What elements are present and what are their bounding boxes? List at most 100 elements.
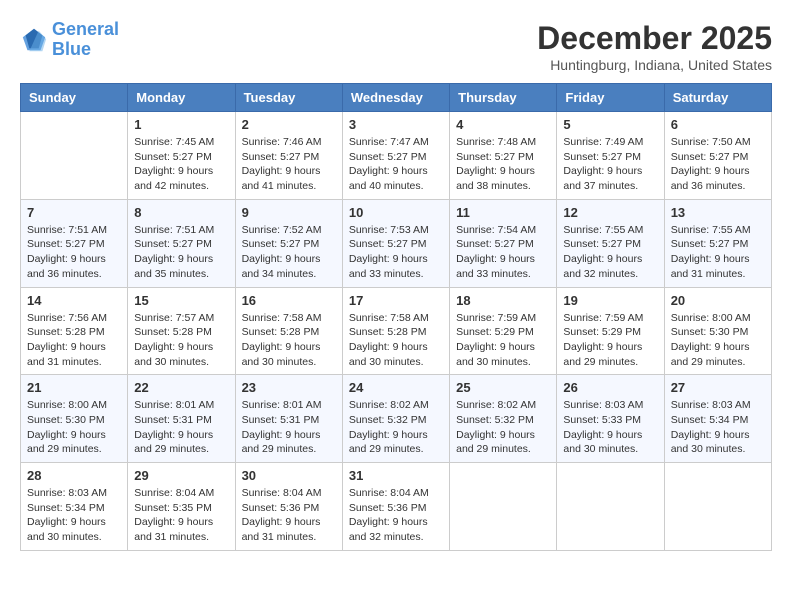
day-number: 22 [134,380,228,395]
day-number: 31 [349,468,443,483]
calendar-cell [21,112,128,200]
day-number: 18 [456,293,550,308]
day-info: Sunrise: 8:04 AMSunset: 5:36 PMDaylight:… [349,486,443,545]
calendar-header-saturday: Saturday [664,84,771,112]
day-info: Sunrise: 8:03 AMSunset: 5:33 PMDaylight:… [563,398,657,457]
calendar-cell: 7Sunrise: 7:51 AMSunset: 5:27 PMDaylight… [21,199,128,287]
day-number: 6 [671,117,765,132]
day-number: 27 [671,380,765,395]
day-info: Sunrise: 8:04 AMSunset: 5:35 PMDaylight:… [134,486,228,545]
day-number: 19 [563,293,657,308]
calendar-cell: 6 Sunrise: 7:50 AMSunset: 5:27 PMDaylight… [664,112,771,200]
day-info: Sunrise: 8:03 AMSunset: 5:34 PMDaylight:… [671,398,765,457]
calendar-header-monday: Monday [128,84,235,112]
calendar-cell: 13 Sunrise: 7:55 AMSunset: 5:27 PMDayligh… [664,199,771,287]
day-number: 28 [27,468,121,483]
day-info: Sunrise: 7:50 AMSunset: 5:27 PMDaylight:… [671,135,765,194]
day-number: 23 [242,380,336,395]
logo: General Blue [20,20,119,60]
calendar-cell: 20Sunrise: 8:00 AMSunset: 5:30 PMDayligh… [664,287,771,375]
location: Huntingburg, Indiana, United States [537,57,772,73]
calendar-cell: 3Sunrise: 7:47 AMSunset: 5:27 PMDaylight… [342,112,449,200]
calendar-cell [664,463,771,551]
day-info: Sunrise: 7:58 AMSunset: 5:28 PMDaylight:… [242,311,336,370]
day-info: Sunrise: 7:59 AMSunset: 5:29 PMDaylight:… [563,311,657,370]
calendar-cell: 26 Sunrise: 8:03 AMSunset: 5:33 PMDayligh… [557,375,664,463]
calendar-cell: 29 Sunrise: 8:04 AMSunset: 5:35 PMDayligh… [128,463,235,551]
calendar-cell [450,463,557,551]
calendar-cell: 18 Sunrise: 7:59 AMSunset: 5:29 PMDayligh… [450,287,557,375]
day-info: Sunrise: 7:46 AMSunset: 5:27 PMDaylight:… [242,135,336,194]
day-info: Sunrise: 8:01 AMSunset: 5:31 PMDaylight:… [242,398,336,457]
day-info: Sunrise: 8:03 AMSunset: 5:34 PMDaylight:… [27,486,121,545]
calendar-week-3: 21 Sunrise: 8:00 AMSunset: 5:30 PMDayligh… [21,375,772,463]
calendar-cell: 30Sunrise: 8:04 AMSunset: 5:36 PMDayligh… [235,463,342,551]
day-info: Sunrise: 7:59 AMSunset: 5:29 PMDaylight:… [456,311,550,370]
day-number: 12 [563,205,657,220]
calendar-cell: 4 Sunrise: 7:48 AMSunset: 5:27 PMDaylight… [450,112,557,200]
day-number: 13 [671,205,765,220]
day-number: 9 [242,205,336,220]
calendar-cell: 31 Sunrise: 8:04 AMSunset: 5:36 PMDayligh… [342,463,449,551]
day-info: Sunrise: 8:00 AMSunset: 5:30 PMDaylight:… [671,311,765,370]
calendar-week-4: 28 Sunrise: 8:03 AMSunset: 5:34 PMDayligh… [21,463,772,551]
day-number: 11 [456,205,550,220]
day-info: Sunrise: 7:58 AMSunset: 5:28 PMDaylight:… [349,311,443,370]
calendar-week-0: 1 Sunrise: 7:45 AMSunset: 5:27 PMDaylight… [21,112,772,200]
day-number: 17 [349,293,443,308]
logo-icon [20,26,48,54]
day-number: 21 [27,380,121,395]
day-info: Sunrise: 7:45 AMSunset: 5:27 PMDaylight:… [134,135,228,194]
calendar-header-sunday: Sunday [21,84,128,112]
day-info: Sunrise: 7:57 AMSunset: 5:28 PMDaylight:… [134,311,228,370]
day-info: Sunrise: 8:02 AMSunset: 5:32 PMDaylight:… [456,398,550,457]
day-info: Sunrise: 7:51 AMSunset: 5:27 PMDaylight:… [27,223,121,282]
calendar-cell: 16Sunrise: 7:58 AMSunset: 5:28 PMDayligh… [235,287,342,375]
page-container: General Blue December 2025 Huntingburg, … [0,0,792,561]
calendar-cell: 17 Sunrise: 7:58 AMSunset: 5:28 PMDayligh… [342,287,449,375]
calendar-cell: 8 Sunrise: 7:51 AMSunset: 5:27 PMDaylight… [128,199,235,287]
day-info: Sunrise: 7:52 AMSunset: 5:27 PMDaylight:… [242,223,336,282]
day-info: Sunrise: 7:53 AMSunset: 5:27 PMDaylight:… [349,223,443,282]
calendar-cell: 9 Sunrise: 7:52 AMSunset: 5:27 PMDaylight… [235,199,342,287]
month-title: December 2025 [537,20,772,57]
day-number: 26 [563,380,657,395]
day-info: Sunrise: 8:00 AMSunset: 5:30 PMDaylight:… [27,398,121,457]
day-number: 25 [456,380,550,395]
day-number: 30 [242,468,336,483]
day-info: Sunrise: 8:01 AMSunset: 5:31 PMDaylight:… [134,398,228,457]
day-info: Sunrise: 7:48 AMSunset: 5:27 PMDaylight:… [456,135,550,194]
day-info: Sunrise: 7:55 AMSunset: 5:27 PMDaylight:… [671,223,765,282]
calendar-cell: 27 Sunrise: 8:03 AMSunset: 5:34 PMDayligh… [664,375,771,463]
calendar-table: SundayMondayTuesdayWednesdayThursdayFrid… [20,83,772,551]
day-number: 5 [563,117,657,132]
calendar-header-row: SundayMondayTuesdayWednesdayThursdayFrid… [21,84,772,112]
logo-text: General Blue [52,20,119,60]
calendar-header-tuesday: Tuesday [235,84,342,112]
calendar-cell: 25 Sunrise: 8:02 AMSunset: 5:32 PMDayligh… [450,375,557,463]
calendar-cell: 19 Sunrise: 7:59 AMSunset: 5:29 PMDayligh… [557,287,664,375]
day-number: 24 [349,380,443,395]
title-section: December 2025 Huntingburg, Indiana, Unit… [537,20,772,73]
calendar-cell: 28 Sunrise: 8:03 AMSunset: 5:34 PMDayligh… [21,463,128,551]
day-info: Sunrise: 7:51 AMSunset: 5:27 PMDaylight:… [134,223,228,282]
day-number: 2 [242,117,336,132]
day-number: 8 [134,205,228,220]
day-number: 29 [134,468,228,483]
header: General Blue December 2025 Huntingburg, … [20,20,772,73]
calendar-cell: 24Sunrise: 8:02 AMSunset: 5:32 PMDayligh… [342,375,449,463]
calendar-cell: 22 Sunrise: 8:01 AMSunset: 5:31 PMDayligh… [128,375,235,463]
calendar-header-thursday: Thursday [450,84,557,112]
calendar-cell: 1 Sunrise: 7:45 AMSunset: 5:27 PMDaylight… [128,112,235,200]
day-number: 1 [134,117,228,132]
day-number: 10 [349,205,443,220]
calendar-cell: 12 Sunrise: 7:55 AMSunset: 5:27 PMDayligh… [557,199,664,287]
calendar-cell: 15Sunrise: 7:57 AMSunset: 5:28 PMDayligh… [128,287,235,375]
calendar-header-friday: Friday [557,84,664,112]
calendar-cell: 10 Sunrise: 7:53 AMSunset: 5:27 PMDayligh… [342,199,449,287]
calendar-week-1: 7Sunrise: 7:51 AMSunset: 5:27 PMDaylight… [21,199,772,287]
day-number: 14 [27,293,121,308]
day-number: 4 [456,117,550,132]
day-info: Sunrise: 7:55 AMSunset: 5:27 PMDaylight:… [563,223,657,282]
day-info: Sunrise: 7:54 AMSunset: 5:27 PMDaylight:… [456,223,550,282]
